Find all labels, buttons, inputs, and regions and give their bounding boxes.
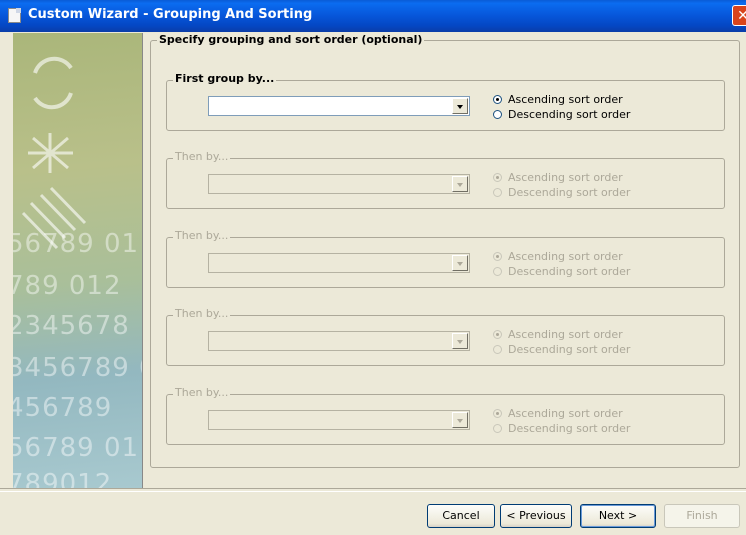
decor-number-7: 789012 (13, 469, 113, 488)
decor-number-1: 56789 01 (13, 229, 140, 259)
ascending-radio-4[interactable]: Ascending sort order (493, 328, 623, 341)
radio-icon (493, 424, 502, 433)
descending-label: Descending sort order (508, 186, 631, 199)
descending-label: Descending sort order (508, 422, 631, 435)
dropdown-arrow-icon[interactable] (452, 176, 468, 192)
radio-selected-icon (493, 95, 502, 104)
dropdown-arrow-icon[interactable] (452, 333, 468, 349)
group-legend-1: First group by... (173, 72, 277, 85)
group-legend-3: Then by... (173, 229, 231, 242)
group-box-4: Then by... Ascending sort order Descendi… (166, 307, 725, 366)
radio-icon (493, 110, 502, 119)
ascending-radio-5[interactable]: Ascending sort order (493, 407, 623, 420)
radio-selected-icon (493, 330, 502, 339)
descending-label: Descending sort order (508, 108, 631, 121)
ascending-label: Ascending sort order (508, 250, 623, 263)
descending-radio-2[interactable]: Descending sort order (493, 186, 630, 199)
close-button[interactable]: ✕ (732, 5, 746, 26)
group-box-3: Then by... Ascending sort order Descendi… (166, 229, 725, 288)
first-group-combobox[interactable] (208, 96, 470, 116)
dropdown-arrow-icon[interactable] (452, 412, 468, 428)
then-by-combobox-4[interactable] (208, 331, 470, 351)
descending-radio-5[interactable]: Descending sort order (493, 422, 630, 435)
decor-number-2: 789 012 (13, 271, 122, 301)
ascending-radio-3[interactable]: Ascending sort order (493, 250, 623, 263)
ascending-label: Ascending sort order (508, 328, 623, 341)
group-legend-5: Then by... (173, 386, 231, 399)
radio-icon (493, 345, 502, 354)
previous-button[interactable]: < Previous (500, 504, 572, 528)
document-icon (8, 8, 21, 23)
group-box-1: First group by... Ascending sort order D… (166, 72, 725, 131)
radio-icon (493, 267, 502, 276)
radio-icon (493, 188, 502, 197)
decor-number-5: 456789 (13, 393, 113, 423)
title-bar[interactable]: Custom Wizard - Grouping And Sorting ✕ (0, 0, 746, 32)
ascending-label: Ascending sort order (508, 407, 623, 420)
finish-button[interactable]: Finish (664, 504, 740, 528)
group-legend-2: Then by... (173, 150, 231, 163)
decor-number-4: 3456789 0 (13, 353, 142, 383)
radio-selected-icon (493, 409, 502, 418)
ascending-radio-2[interactable]: Ascending sort order (493, 171, 623, 184)
then-by-combobox-2[interactable] (208, 174, 470, 194)
section-title: Specify grouping and sort order (optiona… (157, 33, 425, 46)
descending-radio-1[interactable]: Descending sort order (493, 108, 630, 121)
decor-number-3: 2345678 (13, 311, 130, 341)
then-by-combobox-5[interactable] (208, 410, 470, 430)
dialog-left-margin (0, 32, 13, 487)
descending-label: Descending sort order (508, 265, 631, 278)
decor-number-6: 56789 01 (13, 433, 140, 463)
radio-selected-icon (493, 173, 502, 182)
group-box-5: Then by... Ascending sort order Descendi… (166, 386, 725, 445)
dropdown-arrow-icon[interactable] (452, 98, 468, 114)
footer-separator (0, 488, 746, 492)
ascending-label: Ascending sort order (508, 171, 623, 184)
then-by-combobox-3[interactable] (208, 253, 470, 273)
ascending-radio-1[interactable]: Ascending sort order (493, 93, 623, 106)
group-box-2: Then by... Ascending sort order Descendi… (166, 150, 725, 209)
window-title: Custom Wizard - Grouping And Sorting (28, 7, 313, 22)
descending-radio-3[interactable]: Descending sort order (493, 265, 630, 278)
next-button[interactable]: Next > (580, 504, 656, 528)
dropdown-arrow-icon[interactable] (452, 255, 468, 271)
radio-selected-icon (493, 252, 502, 261)
descending-label: Descending sort order (508, 343, 631, 356)
group-legend-4: Then by... (173, 307, 231, 320)
ascending-label: Ascending sort order (508, 93, 623, 106)
descending-radio-4[interactable]: Descending sort order (493, 343, 630, 356)
wizard-side-image: 56789 01 789 012 2345678 3456789 0 45678… (13, 33, 143, 488)
cancel-button[interactable]: Cancel (427, 504, 495, 528)
